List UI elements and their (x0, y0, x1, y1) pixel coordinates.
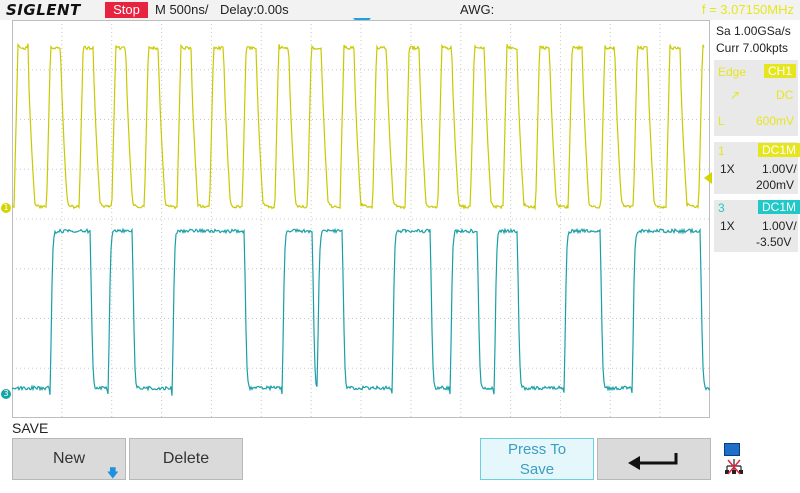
info-panel: Sa 1.00GSa/s Curr 7.00kpts Edge CH1 ↗ DC… (712, 20, 800, 440)
ch1-scale: 1.00V/ (762, 162, 800, 176)
ch3-offset: -3.50V (756, 235, 800, 249)
delete-button[interactable]: Delete (129, 438, 243, 480)
awg-label: AWG: (460, 2, 494, 18)
ch1-offset: 200mV (756, 178, 800, 192)
waveform-traces (12, 20, 710, 418)
ch3-marker-icon[interactable]: 3 (1, 389, 11, 399)
run-state-badge[interactable]: Stop (105, 2, 148, 18)
network-disconnected-icon (724, 458, 744, 476)
trigger-level-icon[interactable] (704, 172, 712, 184)
trigger-coupling: DC (776, 88, 793, 102)
trigger-level-label: L (718, 114, 725, 128)
status-bar: SIGLENT Stop M 500ns/ Delay:0.00s AWG: f… (0, 0, 800, 20)
arrow-down-icon: 🡇 (107, 453, 119, 493)
press-to-save-button[interactable]: Press To Save (480, 438, 594, 480)
sample-rate: Sa 1.00GSa/s (716, 24, 800, 38)
usb-device-icon (724, 443, 740, 456)
press-to-save-line2: Save (481, 460, 593, 480)
return-arrow-icon (624, 447, 684, 471)
press-to-save-line1: Press To (481, 440, 593, 460)
menu-title: SAVE (12, 420, 48, 436)
ch3-number: 3 (718, 201, 725, 215)
ch1-marker-icon[interactable]: 1 (1, 203, 11, 213)
timebase-readout[interactable]: M 500ns/ (155, 2, 208, 18)
ch1-number: 1 (718, 144, 725, 158)
new-button[interactable]: New 🡇 (12, 438, 126, 480)
ch3-trace (12, 229, 710, 396)
back-button[interactable] (597, 438, 711, 480)
trigger-slope-icon: ↗ (730, 88, 740, 102)
trigger-source: CH1 (764, 64, 796, 78)
new-button-label: New (53, 450, 85, 467)
memory-depth: Curr 7.00kpts (716, 41, 800, 55)
trigger-level: 600mV (756, 114, 794, 128)
ch3-coupling: DC1M (758, 200, 800, 214)
trigger-mode: Edge (718, 65, 746, 79)
brand-logo: SIGLENT (6, 1, 81, 19)
frequency-readout: f = 3.07150MHz (702, 2, 794, 17)
delay-readout[interactable]: Delay:0.00s (220, 2, 289, 18)
ch1-coupling: DC1M (758, 143, 800, 157)
waveform-display[interactable] (12, 20, 710, 418)
ch1-trace (12, 44, 704, 209)
ch3-scale: 1.00V/ (762, 219, 800, 233)
delete-button-label: Delete (163, 450, 209, 467)
